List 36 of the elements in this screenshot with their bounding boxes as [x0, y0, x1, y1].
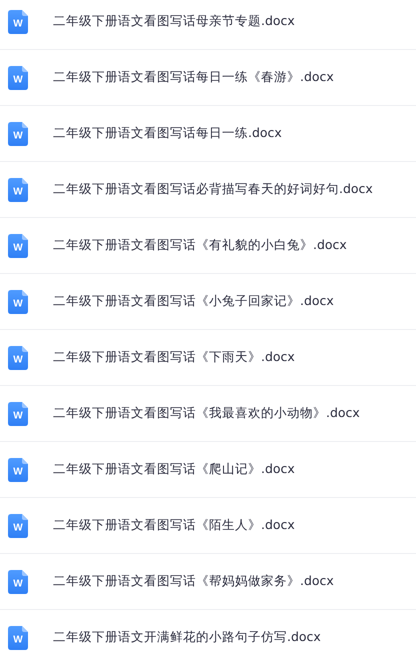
file-row[interactable]: W 二年级下册语文看图写话《有礼貌的小白兔》.docx: [0, 218, 416, 274]
file-row[interactable]: W 二年级下册语文看图写话《下雨天》.docx: [0, 330, 416, 386]
word-document-icon: W: [8, 458, 28, 482]
word-document-icon: W: [8, 10, 28, 34]
file-row[interactable]: W 二年级下册语文看图写话《小兔子回家记》.docx: [0, 274, 416, 330]
word-document-icon: W: [8, 514, 28, 538]
file-row[interactable]: W 二年级下册语文看图写话《帮妈妈做家务》.docx: [0, 554, 416, 610]
word-document-icon: W: [8, 570, 28, 594]
file-row[interactable]: W 二年级下册语文开满鲜花的小路句子仿写.docx: [0, 610, 416, 658]
file-row[interactable]: W 二年级下册语文看图写话《陌生人》.docx: [0, 498, 416, 554]
file-row[interactable]: W 二年级下册语文看图写话《爬山记》.docx: [0, 442, 416, 498]
word-document-icon: W: [8, 346, 28, 370]
file-name: 二年级下册语文看图写话每日一练.docx: [53, 125, 282, 142]
file-name: 二年级下册语文看图写话《有礼貌的小白兔》.docx: [53, 237, 347, 254]
word-document-icon: W: [8, 66, 28, 90]
file-name: 二年级下册语文看图写话必背描写春天的好词好句.docx: [53, 181, 373, 198]
word-document-icon: W: [8, 234, 28, 258]
word-document-icon: W: [8, 290, 28, 314]
file-name: 二年级下册语文看图写话《小兔子回家记》.docx: [53, 293, 334, 310]
file-name: 二年级下册语文看图写话《陌生人》.docx: [53, 517, 295, 534]
file-name: 二年级下册语文看图写话每日一练《春游》.docx: [53, 69, 334, 86]
file-name: 二年级下册语文看图写话《下雨天》.docx: [53, 349, 295, 366]
file-name: 二年级下册语文看图写话《爬山记》.docx: [53, 461, 295, 478]
word-document-icon: W: [8, 626, 28, 650]
file-row[interactable]: W 二年级下册语文看图写话每日一练.docx: [0, 106, 416, 162]
file-row[interactable]: W 二年级下册语文看图写话必背描写春天的好词好句.docx: [0, 162, 416, 218]
word-document-icon: W: [8, 178, 28, 202]
word-document-icon: W: [8, 402, 28, 426]
file-name: 二年级下册语文看图写话母亲节专题.docx: [53, 13, 295, 30]
file-row[interactable]: W 二年级下册语文看图写话每日一练《春游》.docx: [0, 50, 416, 106]
file-row[interactable]: W 二年级下册语文看图写话《我最喜欢的小动物》.docx: [0, 386, 416, 442]
file-name: 二年级下册语文开满鲜花的小路句子仿写.docx: [53, 629, 321, 646]
file-name: 二年级下册语文看图写话《我最喜欢的小动物》.docx: [53, 405, 360, 422]
file-name: 二年级下册语文看图写话《帮妈妈做家务》.docx: [53, 573, 334, 590]
word-document-icon: W: [8, 122, 28, 146]
file-row[interactable]: W 二年级下册语文看图写话母亲节专题.docx: [0, 0, 416, 50]
